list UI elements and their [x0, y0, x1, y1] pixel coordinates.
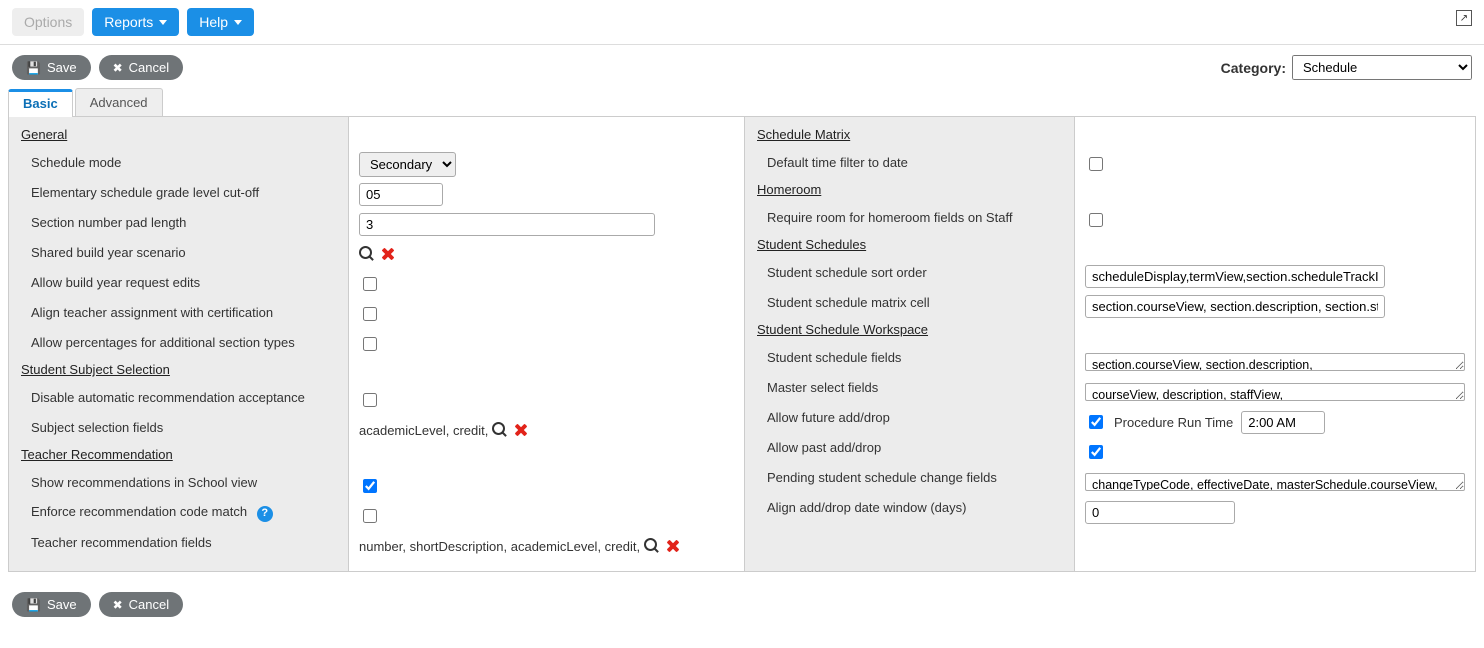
left-labels: General Schedule mode Elementary schedul… [9, 117, 349, 571]
label-allow-percent: Allow percentages for additional section… [9, 331, 348, 356]
tabs: Basic Advanced [8, 88, 1484, 116]
expand-icon[interactable]: ↗ [1456, 10, 1472, 26]
cancel-button-bottom[interactable]: ✖ Cancel [99, 592, 184, 617]
label-teacher-rec-fields: Teacher recommendation fields [9, 531, 348, 556]
help-label: Help [199, 14, 228, 30]
section-sss: Student Subject Selection [9, 358, 348, 383]
section-student-schedules: Student Schedules [745, 233, 1074, 258]
elem-cutoff-input[interactable] [359, 183, 443, 206]
proc-run-time-input[interactable] [1241, 411, 1325, 434]
caret-down-icon [159, 20, 167, 25]
tab-basic[interactable]: Basic [8, 89, 73, 117]
section-workspace: Student Schedule Workspace [745, 318, 1074, 343]
label-sort-order: Student schedule sort order [745, 261, 1074, 286]
save-label: Save [47, 60, 77, 75]
clear-icon[interactable] [512, 421, 530, 439]
section-general: General [9, 123, 348, 148]
allow-past-checkbox[interactable] [1089, 445, 1103, 459]
category-select[interactable]: Schedule [1292, 55, 1472, 80]
label-section-pad: Section number pad length [9, 211, 348, 236]
master-select-textarea[interactable] [1085, 383, 1465, 401]
label-schedule-mode: Schedule mode [9, 151, 348, 176]
search-icon[interactable] [492, 422, 508, 438]
save-label: Save [47, 597, 77, 612]
label-matrix-cell: Student schedule matrix cell [745, 291, 1074, 316]
right-values: Procedure Run Time [1075, 117, 1475, 571]
allow-future-checkbox[interactable] [1089, 415, 1103, 429]
save-icon: 💾 [26, 61, 41, 75]
subj-sel-fields-text: academicLevel, credit, [359, 423, 488, 438]
section-teacher-rec: Teacher Recommendation [9, 443, 348, 468]
label-show-rec: Show recommendations in School view [9, 471, 348, 496]
category-label: Category: [1221, 60, 1286, 76]
close-icon: ✖ [113, 598, 123, 612]
cancel-label: Cancel [129, 60, 169, 75]
right-labels: Schedule Matrix Default time filter to d… [745, 117, 1075, 571]
align-window-input[interactable] [1085, 501, 1235, 524]
allow-percent-checkbox[interactable] [363, 337, 377, 351]
require-room-checkbox[interactable] [1089, 213, 1103, 227]
cancel-label: Cancel [129, 597, 169, 612]
sched-fields-textarea[interactable] [1085, 353, 1465, 371]
label-allow-past: Allow past add/drop [745, 436, 1074, 461]
label-shared-build: Shared build year scenario [9, 241, 348, 266]
label-sched-fields: Student schedule fields [745, 346, 1074, 371]
allow-build-edits-checkbox[interactable] [363, 277, 377, 291]
left-values: Secondary academicLevel, credit, number,… [349, 117, 745, 571]
settings-panel: General Schedule mode Elementary schedul… [8, 116, 1476, 572]
options-button: Options [12, 8, 84, 36]
clear-icon[interactable] [379, 245, 397, 263]
pending-fields-textarea[interactable] [1085, 473, 1465, 491]
label-disable-auto: Disable automatic recommendation accepta… [9, 386, 348, 411]
save-button-bottom[interactable]: 💾 Save [12, 592, 91, 617]
enforce-code-checkbox[interactable] [363, 509, 377, 523]
save-icon: 💾 [26, 598, 41, 612]
section-schedule-matrix: Schedule Matrix [745, 123, 1074, 148]
sort-order-input[interactable] [1085, 265, 1385, 288]
top-menu-bar: Options Reports Help ↗ [0, 0, 1484, 45]
cancel-button[interactable]: ✖ Cancel [99, 55, 184, 80]
label-align-window: Align add/drop date window (days) [745, 496, 1074, 521]
caret-down-icon [234, 20, 242, 25]
bottom-action-bar: 💾 Save ✖ Cancel [0, 582, 1484, 633]
label-default-time: Default time filter to date [745, 151, 1074, 176]
reports-button[interactable]: Reports [92, 8, 179, 36]
help-button[interactable]: Help [187, 8, 254, 36]
search-icon[interactable] [359, 246, 375, 262]
label-allow-future: Allow future add/drop [745, 406, 1074, 431]
action-bar: 💾 Save ✖ Cancel Category: Schedule [0, 45, 1484, 80]
label-elem-cutoff: Elementary schedule grade level cut-off [9, 181, 348, 206]
label-master-select: Master select fields [745, 376, 1074, 401]
section-pad-input[interactable] [359, 213, 655, 236]
label-subj-sel-fields: Subject selection fields [9, 416, 348, 441]
label-require-room: Require room for homeroom fields on Staf… [745, 206, 1074, 231]
label-pending-fields: Pending student schedule change fields [745, 466, 1074, 491]
search-icon[interactable] [644, 538, 660, 554]
help-icon[interactable]: ? [257, 506, 273, 522]
align-teacher-checkbox[interactable] [363, 307, 377, 321]
clear-icon[interactable] [664, 537, 682, 555]
category-selector: Category: Schedule [1221, 55, 1472, 80]
label-enforce-code: Enforce recommendation code match ? [9, 500, 348, 525]
show-rec-checkbox[interactable] [363, 479, 377, 493]
disable-auto-checkbox[interactable] [363, 393, 377, 407]
section-homeroom: Homeroom [745, 178, 1074, 203]
reports-label: Reports [104, 14, 153, 30]
tab-advanced[interactable]: Advanced [75, 88, 163, 116]
teacher-rec-fields-text: number, shortDescription, academicLevel,… [359, 539, 640, 554]
default-time-checkbox[interactable] [1089, 157, 1103, 171]
save-button[interactable]: 💾 Save [12, 55, 91, 80]
schedule-mode-select[interactable]: Secondary [359, 152, 456, 177]
label-align-teacher: Align teacher assignment with certificat… [9, 301, 348, 326]
matrix-cell-input[interactable] [1085, 295, 1385, 318]
close-icon: ✖ [113, 61, 123, 75]
label-allow-build-edits: Allow build year request edits [9, 271, 348, 296]
proc-run-time-label: Procedure Run Time [1114, 415, 1233, 430]
